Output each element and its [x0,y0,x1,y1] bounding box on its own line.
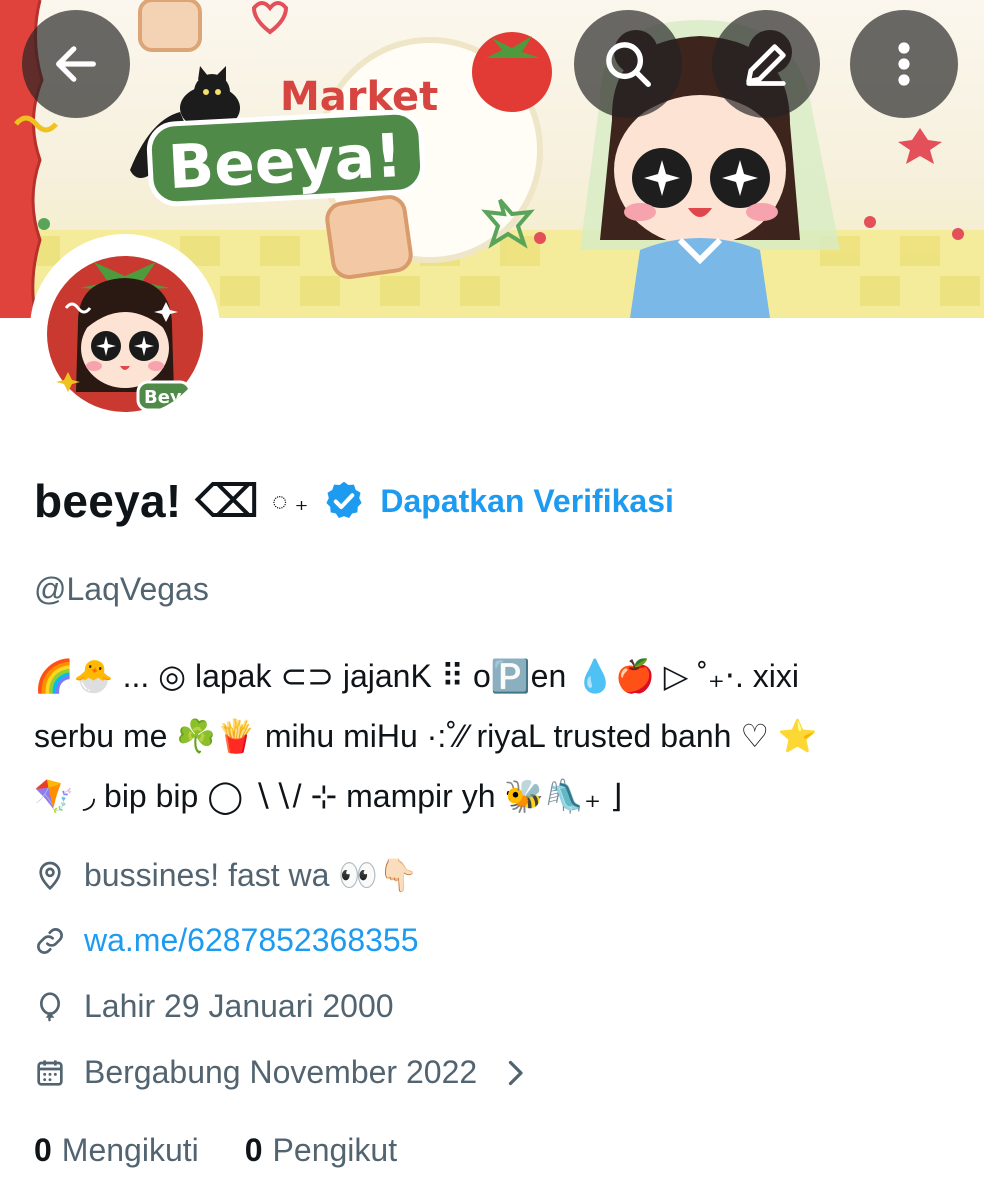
joined-text: Bergabung November 2022 [84,1054,478,1090]
followers-stat[interactable]: 0 Pengikut [245,1132,397,1169]
verified-badge-icon[interactable] [322,479,366,523]
banner-title-big: Beeya! [167,121,404,203]
search-button[interactable] [574,10,682,118]
profile-name-row: beeya! ⌫ ◌ ₊ Dapatkan Verifikasi [34,470,674,532]
more-vertical-icon [898,42,910,86]
website-link[interactable]: wa.me/6287852368355 [84,922,419,959]
calendar-icon [37,1059,63,1086]
more-options-button[interactable] [850,10,958,118]
follow-stats: 0 Mengikuti 0 Pengikut [34,1132,397,1169]
display-name-suffix: ◌ ₊ [271,485,309,516]
link-icon [37,927,63,954]
pencil-icon [746,44,786,86]
get-verified-link[interactable]: Dapatkan Verifikasi [380,483,673,520]
profile-website[interactable]: wa.me/6287852368355 [34,922,419,959]
avatar[interactable]: Bey [30,234,220,424]
avatar-image: Bey [38,242,212,416]
birthdate-text: Lahir 29 Januari 2000 [84,988,394,1024]
bio-line: 🪁 ◞ bip bip ◯ ∖∖/ ⊹ mampir yh 🐝🛝₊ ⌋ [34,778,623,814]
location-pin-icon [39,861,61,891]
edit-button[interactable] [712,10,820,118]
location-text: bussines! fast wa 👀👇🏻 [84,857,419,893]
display-name: beeya! ⌫ [34,475,260,527]
balloon-icon [39,991,61,1022]
followers-count: 0 [244,1132,263,1168]
bio-line: serbu me ☘️🍟 mihu miHu ·:˚⁄⁄ riyaL trust… [34,718,818,754]
profile-birthdate: Lahir 29 Januari 2000 [34,988,394,1025]
profile-handle: @LaqVegas [34,571,209,607]
followers-label: Pengikut [272,1132,398,1168]
profile-location: bussines! fast wa 👀👇🏻 [34,856,418,894]
avatar-tag: Bey [144,387,182,408]
chevron-right-icon [509,1060,523,1085]
following-stat[interactable]: 0 Mengikuti [34,1132,199,1169]
back-button[interactable] [22,10,130,118]
search-icon [606,42,651,87]
profile-joined[interactable]: Bergabung November 2022 [34,1054,527,1091]
arrow-left-icon [56,46,96,82]
following-label: Mengikuti [61,1132,199,1168]
bio-line: 🌈🐣 ... ◎ lapak ⊂⊃ jajanK ⠿ o🅿️en 💧🍎 ▷ ˚₊… [34,658,799,694]
profile-bio: 🌈🐣 ... ◎ lapak ⊂⊃ jajanK ⠿ o🅿️en 💧🍎 ▷ ˚₊… [34,646,964,826]
following-count: 0 [34,1132,52,1168]
